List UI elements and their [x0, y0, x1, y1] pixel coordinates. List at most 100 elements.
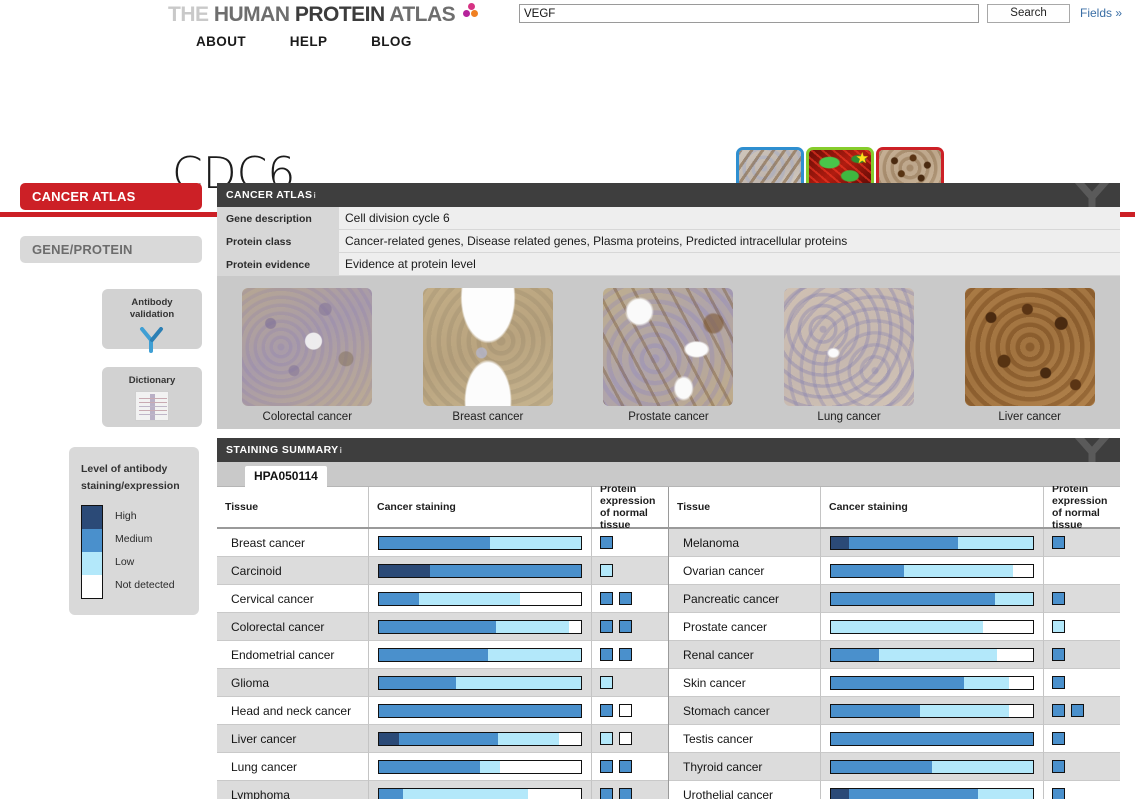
- legend-swatch-low: [82, 552, 102, 575]
- normal-expression-swatch: [619, 592, 632, 605]
- bar-segment-not-detected: [568, 620, 581, 633]
- row-normal-expression-cell: [1044, 753, 1120, 781]
- table-row[interactable]: Skin cancer: [669, 669, 1120, 697]
- row-normal-expression-cell: [592, 669, 668, 697]
- cancer-thumbnail[interactable]: Prostate cancer: [603, 288, 734, 423]
- normal-expression-swatch: [1052, 592, 1065, 605]
- table-row[interactable]: Lung cancer: [217, 753, 668, 781]
- row-staining-cell: [369, 641, 592, 669]
- bar-segment-low: [994, 592, 1033, 605]
- bar-segment-not-detected: [1008, 676, 1033, 689]
- legend-color-bar: [81, 505, 103, 599]
- info-icon[interactable]: i: [313, 191, 316, 200]
- bar-segment-low: [932, 760, 1033, 773]
- sidebar-item-cancer-atlas[interactable]: CANCER ATLAS: [20, 183, 202, 210]
- bar-segment-not-detected: [528, 788, 581, 799]
- table-row[interactable]: Colorectal cancer: [217, 613, 668, 641]
- table-row[interactable]: Prostate cancer: [669, 613, 1120, 641]
- cancer-thumbnail[interactable]: Lung cancer: [784, 288, 915, 423]
- row-tissue-name: Colorectal cancer: [217, 613, 369, 641]
- dictionary-label: Dictionary: [128, 375, 176, 386]
- cancer-staining-bar: [830, 563, 1034, 578]
- bar-segment-low: [919, 704, 1009, 717]
- info-icon[interactable]: i: [340, 446, 343, 455]
- cancer-thumbnail[interactable]: Liver cancer: [964, 288, 1095, 423]
- table-row[interactable]: Glioma: [217, 669, 668, 697]
- normal-expression-swatch: [619, 648, 632, 661]
- nav-item-about[interactable]: ABOUT: [196, 34, 246, 49]
- row-staining-cell: [821, 613, 1044, 641]
- bar-segment-low: [903, 564, 1013, 577]
- row-staining-cell: [369, 725, 592, 753]
- bar-segment-medium: [831, 760, 932, 773]
- table-header-right: Tissue Cancer staining Protein expressio…: [669, 483, 1120, 531]
- tissue-image[interactable]: [603, 288, 734, 406]
- cancer-thumbnail[interactable]: Colorectal cancer: [242, 288, 373, 423]
- antibody-tab-hpa050114[interactable]: HPA050114: [245, 466, 327, 487]
- table-row[interactable]: Liver cancer: [217, 725, 668, 753]
- logo-word-protein: PROTEIN: [294, 3, 385, 26]
- table-row[interactable]: Urothelial cancer: [669, 781, 1120, 799]
- cancer-staining-bar: [378, 731, 582, 746]
- bar-segment-medium: [831, 564, 904, 577]
- normal-expression-swatch: [1071, 704, 1084, 717]
- sidebar-item-gene-protein[interactable]: GENE/PROTEIN: [20, 236, 202, 263]
- table-row[interactable]: Endometrial cancer: [217, 641, 668, 669]
- cancer-staining-bar: [830, 647, 1034, 662]
- staining-summary-panel-title: STAINING SUMMARY: [226, 444, 339, 456]
- gene-info-value: Cancer-related genes, Disease related ge…: [339, 230, 1120, 253]
- cancer-thumbnail-icon: [879, 150, 941, 186]
- staining-table-left: Tissue Cancer staining Protein expressio…: [217, 483, 668, 799]
- tissue-image[interactable]: [422, 288, 553, 406]
- gene-info-value: Cell division cycle 6: [339, 207, 1120, 230]
- search-area: Search Fields »: [519, 4, 1122, 23]
- cancer-staining-bar: [830, 591, 1034, 606]
- sidebar-card-antibody-validation[interactable]: Antibody validation: [102, 289, 202, 353]
- search-input[interactable]: [519, 4, 979, 23]
- normal-expression-swatch: [1052, 676, 1065, 689]
- normal-expression-swatch: [1052, 760, 1065, 773]
- row-staining-cell: [369, 781, 592, 799]
- normal-expression-swatch: [600, 676, 613, 689]
- table-row[interactable]: Breast cancer: [217, 529, 668, 557]
- staining-summary-panel: STAINING SUMMARY i HPA050114 Tissue Cance…: [217, 438, 1120, 799]
- tissue-image[interactable]: [784, 288, 915, 406]
- bar-segment-low: [498, 732, 559, 745]
- logo-word-the: THE: [168, 3, 209, 26]
- legend-label-high: High: [115, 510, 137, 522]
- table-row[interactable]: Carcinoid: [217, 557, 668, 585]
- table-row[interactable]: Head and neck cancer: [217, 697, 668, 725]
- cell-thumbnail-icon: ★: [809, 150, 871, 186]
- tissue-thumbnail-icon: [739, 150, 801, 186]
- cancer-atlas-panel-header: CANCER ATLAS i: [217, 183, 1120, 207]
- column-header-normal-expression: Protein expression of normal tissue: [600, 483, 656, 531]
- site-logo[interactable]: THE HUMAN PROTEIN ATLAS: [168, 3, 481, 27]
- table-row[interactable]: Renal cancer: [669, 641, 1120, 669]
- search-button[interactable]: Search: [987, 4, 1070, 23]
- table-row[interactable]: Thyroid cancer: [669, 753, 1120, 781]
- sidebar-card-dictionary[interactable]: Dictionary: [102, 367, 202, 427]
- tissue-image[interactable]: [964, 288, 1095, 406]
- gene-info-key: Gene description: [226, 212, 312, 225]
- cancer-staining-bar: [378, 787, 582, 799]
- table-row[interactable]: Ovarian cancer: [669, 557, 1120, 585]
- table-row[interactable]: Stomach cancer: [669, 697, 1120, 725]
- table-row[interactable]: Testis cancer: [669, 725, 1120, 753]
- nav-item-blog[interactable]: BLOG: [371, 34, 412, 49]
- normal-expression-swatch: [600, 620, 613, 633]
- tissue-image[interactable]: [242, 288, 373, 406]
- bar-segment-not-detected: [996, 648, 1033, 661]
- table-row[interactable]: Lymphoma: [217, 781, 668, 799]
- row-normal-expression-cell: [592, 641, 668, 669]
- row-normal-expression-cell: [1044, 613, 1120, 641]
- row-staining-cell: [821, 781, 1044, 799]
- fields-link[interactable]: Fields »: [1080, 4, 1122, 23]
- bar-segment-not-detected: [558, 732, 581, 745]
- cancer-thumbnail[interactable]: Breast cancer: [422, 288, 553, 423]
- cancer-thumbnail-strip: Colorectal cancer Breast cancer Prostate c…: [217, 276, 1120, 429]
- table-row[interactable]: Pancreatic cancer: [669, 585, 1120, 613]
- row-staining-cell: [821, 557, 1044, 585]
- table-row[interactable]: Cervical cancer: [217, 585, 668, 613]
- table-row[interactable]: Melanoma: [669, 529, 1120, 557]
- nav-item-help[interactable]: HELP: [290, 34, 328, 49]
